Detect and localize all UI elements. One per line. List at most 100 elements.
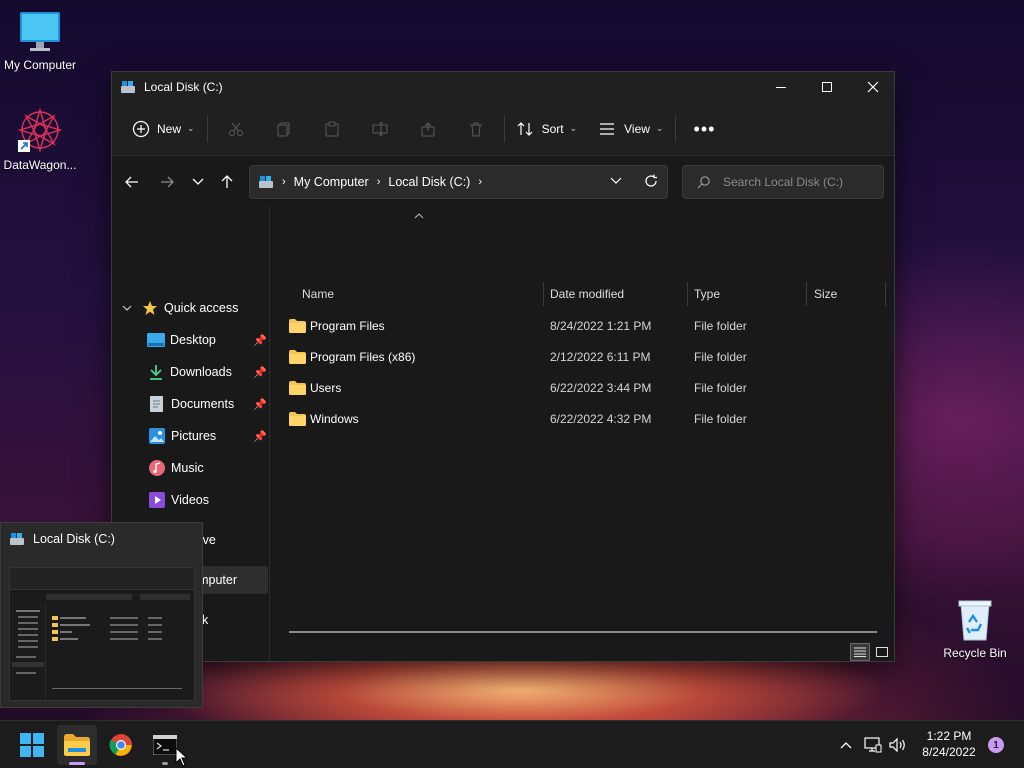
sidebar-item-documents[interactable]: Documents 📌 — [114, 390, 268, 418]
folder-icon — [289, 319, 306, 333]
sidebar-item-desktop[interactable]: Desktop 📌 — [114, 326, 268, 354]
chevron-right-icon: › — [282, 176, 286, 188]
column-header-date-modified[interactable]: Date modified — [550, 278, 690, 310]
taskbar: 1:22 PM 8/24/2022 1 — [0, 720, 1024, 768]
close-icon — [867, 81, 879, 93]
column-separator[interactable] — [687, 282, 688, 306]
column-header-label: Type — [694, 287, 721, 301]
file-row[interactable]: Program Files (x86) 2/12/2022 6:11 PM Fi… — [281, 343, 891, 371]
paste-button[interactable] — [308, 112, 356, 146]
sidebar-item-quick-access[interactable]: Quick access — [112, 294, 266, 322]
recent-locations-button[interactable] — [188, 173, 208, 191]
sidebar-item-pictures[interactable]: Pictures 📌 — [114, 422, 268, 450]
new-button[interactable]: New ⌄ — [124, 112, 203, 146]
column-header-name[interactable]: Name — [302, 278, 542, 310]
file-row[interactable]: Program Files 8/24/2022 1:21 PM File fol… — [281, 312, 891, 340]
horizontal-scrollbar[interactable] — [289, 631, 877, 633]
command-bar: New ⌄ Sort ⌄ View ⌄ ••• — [112, 102, 894, 156]
file-row[interactable]: Users 6/22/2022 3:44 PM File folder — [281, 374, 891, 402]
pin-icon[interactable]: 📌 — [253, 430, 267, 443]
desktop-icon-label: My Computer — [3, 58, 77, 72]
sidebar-item-label: Videos — [171, 493, 209, 507]
download-icon — [149, 364, 163, 380]
chevron-down-icon — [610, 177, 622, 184]
search-input[interactable] — [723, 175, 883, 189]
file-date: 6/22/2022 4:32 PM — [550, 412, 652, 426]
pin-icon[interactable]: 📌 — [253, 398, 267, 411]
column-separator[interactable] — [806, 282, 807, 306]
sort-button[interactable]: Sort ⌄ — [509, 112, 586, 146]
file-date: 6/22/2022 3:44 PM — [550, 381, 652, 395]
notification-badge[interactable]: 1 — [988, 737, 1004, 753]
active-indicator — [69, 762, 85, 765]
clock[interactable]: 1:22 PM 8/24/2022 — [912, 728, 986, 760]
delete-button[interactable] — [452, 112, 500, 146]
title-bar[interactable]: Local Disk (C:) — [112, 72, 894, 102]
column-separator[interactable] — [885, 282, 886, 306]
details-view-button[interactable] — [850, 643, 870, 661]
view-lines-icon — [600, 122, 615, 135]
address-bar[interactable]: › My Computer › Local Disk (C:) › — [249, 165, 668, 199]
maximize-button[interactable] — [804, 72, 850, 102]
column-header-size[interactable]: Size — [814, 278, 884, 310]
more-options-button[interactable]: ••• — [680, 112, 728, 146]
desktop-icon-recycle-bin[interactable]: Recycle Bin — [935, 598, 1015, 660]
scissors-icon — [228, 122, 243, 136]
pin-icon[interactable]: 📌 — [253, 334, 267, 347]
thumbnail-title: Local Disk (C:) — [33, 532, 115, 546]
large-icons-view-button[interactable] — [872, 643, 892, 661]
file-type: File folder — [694, 319, 747, 333]
volume-button[interactable] — [888, 735, 908, 755]
speaker-icon — [889, 737, 905, 753]
file-name: Program Files — [310, 319, 385, 333]
network-button[interactable] — [863, 735, 883, 755]
taskbar-chrome[interactable] — [101, 725, 141, 765]
taskbar-file-explorer[interactable] — [57, 725, 97, 765]
view-button[interactable]: View ⌄ — [591, 112, 671, 146]
pin-icon[interactable]: 📌 — [253, 366, 267, 379]
show-hidden-icons-button[interactable] — [836, 735, 856, 755]
sidebar-item-videos[interactable]: Videos — [114, 486, 268, 514]
arrow-left-icon — [125, 176, 138, 188]
cut-button[interactable] — [212, 112, 260, 146]
toolbar-separator — [675, 115, 677, 142]
sidebar-item-music[interactable]: Music — [114, 454, 268, 482]
running-indicator — [162, 762, 168, 765]
recycle-bin-icon — [955, 598, 995, 642]
column-header-type[interactable]: Type — [694, 278, 804, 310]
copy-button[interactable] — [260, 112, 308, 146]
forward-button[interactable] — [157, 173, 177, 191]
breadcrumb-local-disk[interactable]: Local Disk (C:) — [388, 175, 470, 189]
toolbar-separator — [503, 115, 505, 142]
file-name: Users — [310, 381, 342, 395]
refresh-button[interactable] — [644, 174, 658, 191]
file-date: 8/24/2022 1:21 PM — [550, 319, 652, 333]
start-button[interactable] — [12, 725, 52, 765]
navigation-bar: › My Computer › Local Disk (C:) › — [112, 156, 894, 206]
breadcrumb-my-computer[interactable]: My Computer — [294, 175, 369, 189]
chevron-down-icon — [192, 178, 204, 185]
taskbar-thumbnail-preview[interactable]: Local Disk (C:) — [0, 522, 203, 708]
file-name: Windows — [310, 412, 359, 426]
column-separator[interactable] — [543, 282, 544, 306]
up-button[interactable] — [217, 173, 237, 191]
back-button[interactable] — [122, 173, 142, 191]
chevron-down-icon — [122, 305, 132, 311]
picture-icon — [149, 428, 165, 444]
desktop-icon-my-computer[interactable]: My Computer — [0, 10, 80, 72]
sidebar-item-label: Desktop — [170, 333, 216, 347]
minimize-button[interactable] — [758, 72, 804, 102]
desktop-icon-label: Recycle Bin — [943, 646, 1007, 660]
share-button[interactable] — [404, 112, 452, 146]
new-label: New — [157, 121, 182, 136]
clipboard-icon — [325, 121, 339, 136]
desktop-icon-datawagon[interactable]: DataWagon... — [0, 106, 80, 172]
close-button[interactable] — [850, 72, 896, 102]
chevron-right-icon: › — [478, 176, 483, 188]
sidebar-item-downloads[interactable]: Downloads 📌 — [114, 358, 268, 386]
search-box[interactable] — [682, 165, 884, 199]
address-dropdown-button[interactable] — [610, 174, 622, 188]
chevron-up-icon — [840, 742, 852, 749]
file-row[interactable]: Windows 6/22/2022 4:32 PM File folder — [281, 405, 891, 433]
rename-button[interactable] — [356, 112, 404, 146]
